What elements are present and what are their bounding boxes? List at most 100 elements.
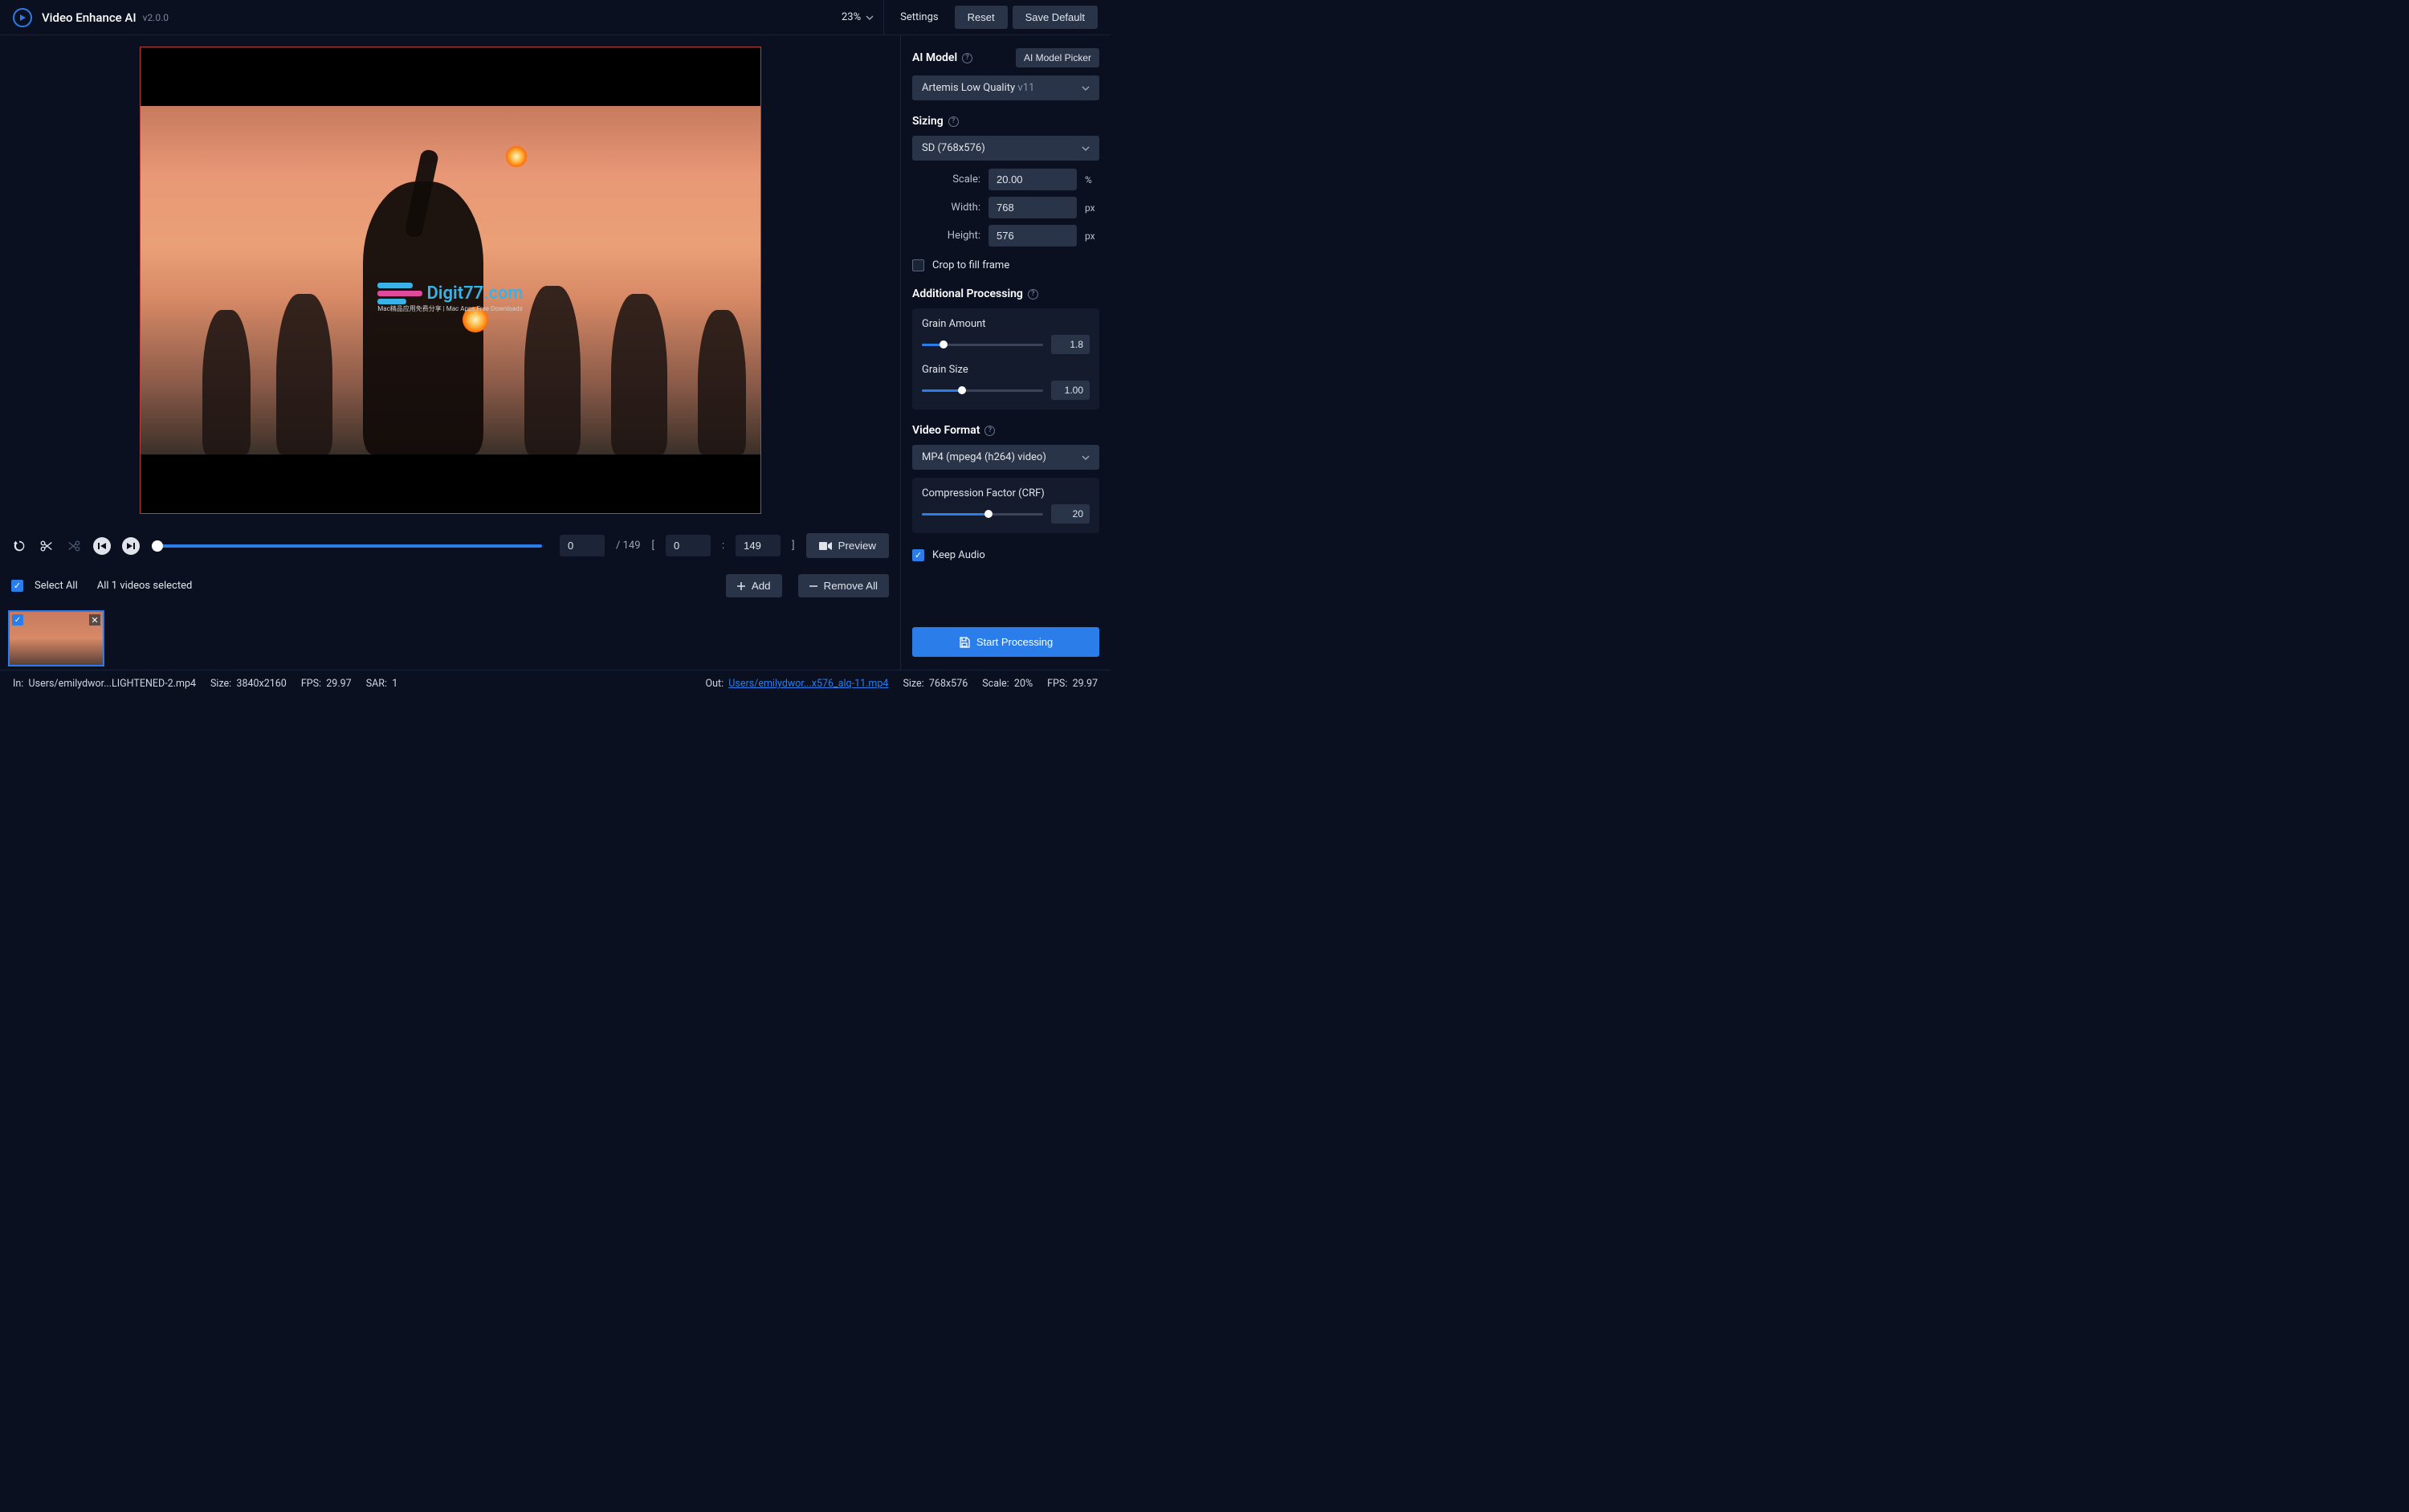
grain-size-value[interactable] [1051,381,1090,400]
in-sar-label: SAR: [366,678,387,690]
cut-out-icon [66,538,82,554]
app-logo-icon [13,8,32,27]
out-path-link[interactable]: Users/emilydwor...x576_alq-11.mp4 [728,678,888,690]
video-thumbnail[interactable]: ✕ [8,610,104,666]
scale-unit: % [1085,174,1099,185]
selection-bar: Select All All 1 videos selected Add Rem… [0,566,900,605]
plus-icon [737,582,745,590]
timeline-thumb[interactable] [152,540,163,552]
help-icon[interactable]: ? [984,426,995,436]
current-frame-input[interactable] [560,535,605,556]
thumbnail-close-icon[interactable]: ✕ [89,614,100,626]
out-label: Out: [705,678,724,690]
out-scale-label: Scale: [982,678,1009,690]
step-forward-button[interactable] [122,537,140,555]
range-colon: : [722,540,724,552]
in-path: Users/emilydwor...LIGHTENED-2.mp4 [29,678,196,690]
minus-icon [809,582,817,590]
ai-model-dropdown[interactable]: Artemis Low Quality v11 [912,75,1099,100]
scale-label: Scale: [952,173,980,185]
crf-value[interactable] [1051,504,1090,524]
selection-count: All 1 videos selected [97,580,193,592]
keep-audio-checkbox[interactable] [912,549,924,561]
watermark: Digit77.com Mac精品应用免费分享 | Mac Apps Free … [377,283,523,313]
out-scale: 20% [1014,678,1033,690]
add-video-button[interactable]: Add [726,574,782,597]
remove-all-label: Remove All [824,580,878,592]
crop-checkbox[interactable] [912,259,924,271]
grain-size-label: Grain Size [922,364,1090,376]
help-icon[interactable]: ? [962,53,972,63]
timeline-slider[interactable] [157,544,542,548]
slider-thumb[interactable] [940,340,948,348]
sizing-preset-dropdown[interactable]: SD (768x576) [912,136,1099,161]
slider-thumb[interactable] [958,386,966,394]
chevron-down-icon [866,14,874,22]
remove-all-button[interactable]: Remove All [798,574,889,597]
crf-slider[interactable] [922,513,1043,516]
out-fps-label: FPS: [1047,678,1067,690]
height-input[interactable] [988,225,1077,247]
cut-in-icon[interactable] [39,538,55,554]
range-end-input[interactable] [736,535,781,556]
grain-amount-label: Grain Amount [922,318,1090,330]
reload-icon[interactable] [11,538,27,554]
ai-model-version: v11 [1017,82,1034,94]
processing-panel: Grain Amount Grain Size [912,308,1099,410]
ai-model-picker-button[interactable]: AI Model Picker [1016,48,1099,67]
status-bar: In: Users/emilydwor...LIGHTENED-2.mp4 Si… [0,670,1111,697]
help-icon[interactable]: ? [948,116,959,127]
in-fps-label: FPS: [301,678,321,690]
range-close-bracket: ] [792,540,794,552]
reset-button[interactable]: Reset [955,6,1008,29]
processing-title: Additional Processing [912,287,1023,300]
width-unit: px [1085,202,1099,214]
range-start-input[interactable] [666,535,711,556]
preview-button[interactable]: Preview [806,533,889,558]
in-size: 3840x2160 [236,678,286,690]
keep-audio-label: Keep Audio [932,549,985,561]
ai-model-selected: Artemis Low Quality [922,82,1015,94]
in-fps: 29.97 [326,678,351,690]
app-header: Video Enhance AI v2.0.0 23% Settings Res… [0,0,1111,35]
step-back-button[interactable] [93,537,111,555]
range-open-bracket: [ [652,540,654,552]
app-version: v2.0.0 [143,12,169,23]
scale-input[interactable] [988,169,1077,190]
start-processing-button[interactable]: Start Processing [912,627,1099,657]
start-processing-label: Start Processing [976,636,1053,648]
in-sar: 1 [392,678,397,690]
thumbnail-checkbox[interactable] [12,614,23,626]
slider-thumb[interactable] [984,510,993,518]
camera-icon [819,541,832,551]
crf-panel: Compression Factor (CRF) [912,478,1099,533]
grain-amount-slider[interactable] [922,344,1043,346]
grain-size-slider[interactable] [922,389,1043,392]
grain-amount-value[interactable] [1051,335,1090,354]
preview-label: Preview [838,540,876,552]
format-dropdown[interactable]: MP4 (mpeg4 (h264) video) [912,445,1099,470]
video-frame-image: Digit77.com Mac精品应用免费分享 | Mac Apps Free … [141,106,760,454]
in-size-label: Size: [210,678,231,690]
out-size: 768x576 [929,678,968,690]
in-label: In: [13,678,23,690]
preview-frame[interactable]: Digit77.com Mac精品应用免费分享 | Mac Apps Free … [140,47,761,514]
width-label: Width: [951,202,980,214]
width-input[interactable] [988,197,1077,218]
preview-area: Digit77.com Mac精品应用免费分享 | Mac Apps Free … [0,35,900,525]
help-icon[interactable]: ? [1028,289,1038,300]
save-default-button[interactable]: Save Default [1013,6,1098,29]
chevron-down-icon [1082,145,1090,153]
settings-link[interactable]: Settings [891,6,948,28]
format-title: Video Format [912,424,980,437]
add-label: Add [752,580,771,592]
playbar: / 149 [ : ] Preview [0,525,900,566]
save-icon [959,637,970,648]
crop-label: Crop to fill frame [932,259,1009,271]
select-all-checkbox[interactable] [11,580,23,592]
sizing-preset: SD (768x576) [922,142,985,154]
zoom-dropdown[interactable]: 23% [832,0,884,35]
watermark-text: Digit77.com [426,283,523,304]
zoom-value: 23% [842,11,861,23]
ai-model-title: AI Model [912,51,957,64]
